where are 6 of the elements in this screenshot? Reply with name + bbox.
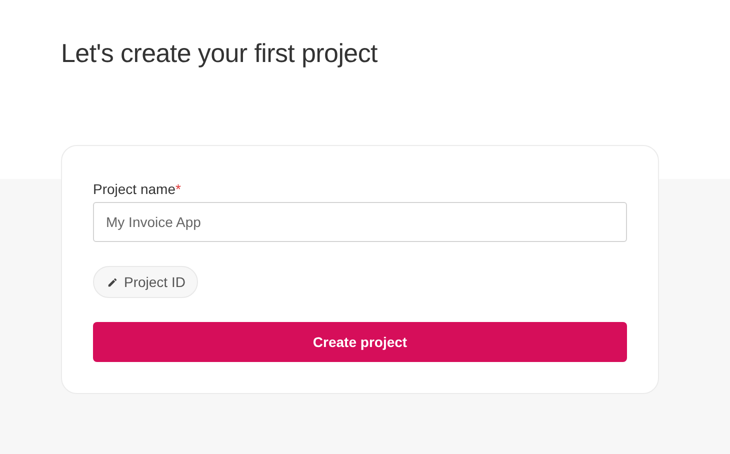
page-heading: Let's create your first project	[61, 37, 378, 70]
create-project-button[interactable]: Create project	[93, 322, 627, 362]
pencil-icon	[107, 276, 118, 288]
project-id-button[interactable]: Project ID	[93, 266, 198, 298]
field-label: Project name*	[93, 180, 182, 198]
project-name-field[interactable]: My Invoice App	[93, 202, 627, 242]
